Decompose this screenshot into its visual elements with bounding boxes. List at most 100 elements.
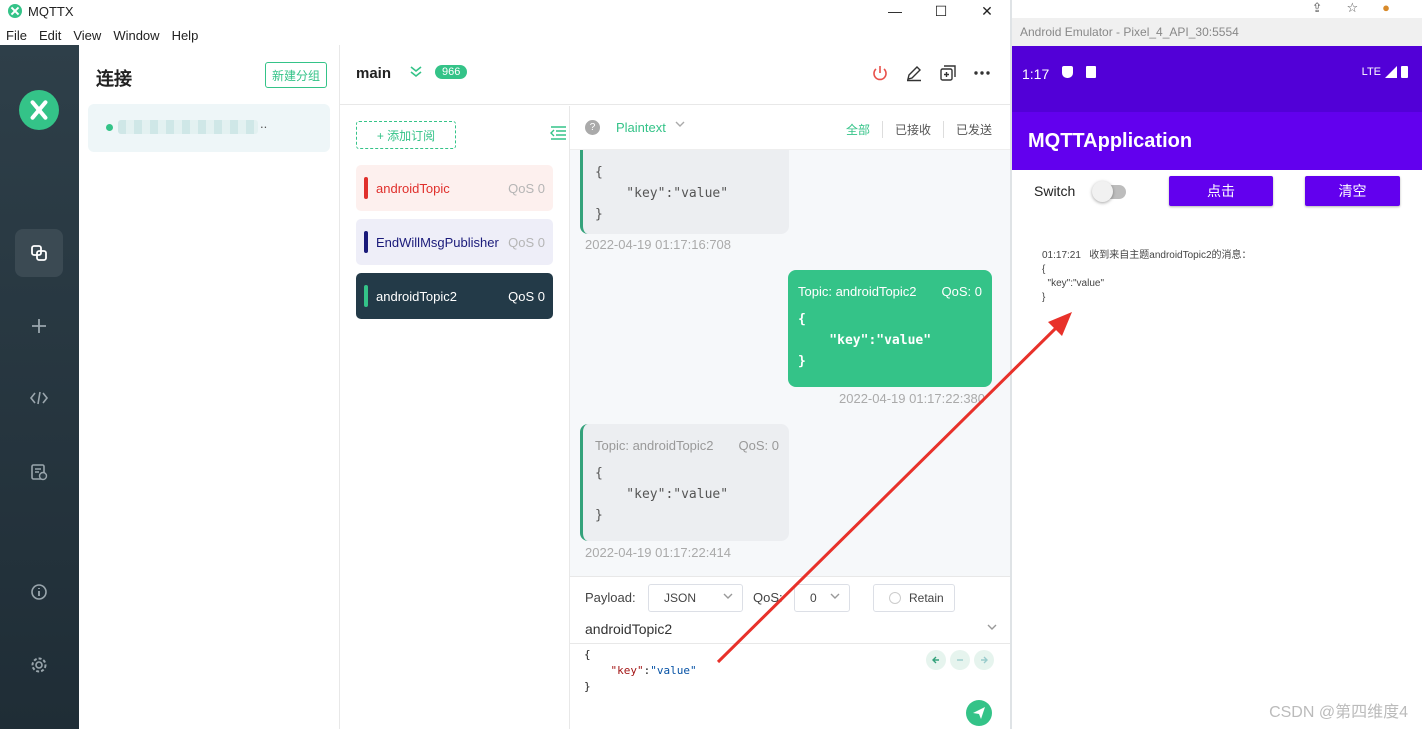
network-type: LTE	[1361, 66, 1381, 78]
disconnect-button[interactable]	[870, 63, 890, 83]
power-icon	[873, 66, 887, 81]
log-nav-button[interactable]	[15, 448, 63, 496]
battery-icon	[1401, 66, 1408, 78]
code-icon	[29, 391, 49, 405]
window-controls: — ☐ ✕	[872, 0, 1010, 22]
switch-thumb[interactable]	[1092, 181, 1113, 202]
browser-toolbar-icons: ⇪ ☆ ●	[1312, 0, 1390, 16]
status-time: 1:17	[1022, 66, 1050, 82]
topic-qos: QoS 0	[508, 288, 545, 304]
topic-color-bar	[364, 231, 368, 253]
mqttx-logo-icon	[8, 4, 22, 18]
subscription-item[interactable]: androidTopic QoS 0	[356, 165, 553, 211]
history-prev-button[interactable]	[926, 650, 946, 670]
history-clear-button[interactable]	[950, 650, 970, 670]
status-right-icons: LTE	[1362, 66, 1408, 78]
message-header: Topic: androidTopic2 QoS: 0	[595, 438, 779, 453]
more-menu-button[interactable]	[972, 63, 992, 83]
connected-status-dot	[106, 124, 113, 131]
message-qos: QoS: 0	[738, 438, 779, 453]
clear-button[interactable]: 清空	[1305, 176, 1400, 206]
filter-all-tab[interactable]: 全部	[834, 121, 882, 138]
settings-nav-button[interactable]	[15, 641, 63, 689]
new-connection-nav-button[interactable]	[15, 302, 63, 350]
emulator-title: Android Emulator - Pixel_4_API_30:5554	[1020, 25, 1239, 39]
chevron-down-icon	[829, 590, 841, 605]
menu-edit[interactable]: Edit	[39, 28, 61, 43]
message-qos: QoS: 0	[941, 284, 982, 299]
chevron-down-icon	[722, 590, 734, 605]
add-subscription-button[interactable]: + 添加订阅	[356, 121, 456, 149]
send-icon	[973, 707, 985, 719]
switch-label: Switch	[1034, 183, 1076, 199]
payload-format-select[interactable]: Plaintext	[616, 120, 666, 135]
connection-name-ellipsis: ..	[260, 116, 268, 131]
connections-icon	[31, 245, 47, 261]
expand-chevron-icon[interactable]	[408, 63, 424, 82]
payload-type-select[interactable]: JSON	[648, 584, 743, 612]
editor-brace-close: }	[584, 680, 591, 693]
new-window-button[interactable]	[938, 63, 958, 83]
subscription-item[interactable]: EndWillMsgPublisher QoS 0	[356, 219, 553, 265]
edit-connection-button[interactable]	[904, 63, 924, 83]
topic-color-bar	[364, 285, 368, 307]
collapse-panel-icon[interactable]	[550, 126, 566, 143]
title-bar: MQTTX — ☐ ✕	[0, 0, 1010, 22]
connection-name-blurred	[118, 120, 258, 134]
history-next-button[interactable]	[974, 650, 994, 670]
retain-label: Retain	[909, 591, 944, 605]
menu-file[interactable]: File	[6, 28, 27, 43]
payload-editor[interactable]: { "key":"value" }	[584, 647, 697, 695]
about-nav-button[interactable]	[15, 568, 63, 616]
message-timestamp: 2022-04-19 01:17:22:414	[585, 545, 732, 560]
qos-value: 0	[810, 591, 817, 605]
topic-name: androidTopic2	[376, 288, 457, 304]
connection-title: main	[356, 65, 392, 82]
received-message-bubble: Topic: androidTopic2 QoS: 0 { "key":"val…	[580, 424, 789, 541]
click-button[interactable]: 点击	[1169, 176, 1273, 206]
retain-radio-icon	[889, 592, 901, 604]
avatar[interactable]: ●	[1382, 0, 1390, 16]
message-toolbar: ? Plaintext 全部 已接收 已发送	[570, 106, 1010, 150]
qos-label: QoS:	[753, 590, 783, 605]
close-button[interactable]: ✕	[964, 0, 1010, 22]
more-dots-icon	[974, 71, 990, 75]
star-icon[interactable]: ☆	[1346, 0, 1358, 16]
connections-nav-button[interactable]	[15, 229, 63, 277]
new-window-icon	[940, 65, 956, 81]
send-button[interactable]	[966, 700, 992, 726]
android-app-title: MQTTApplication	[1028, 130, 1193, 152]
received-message-bubble: { "key":"value" }	[580, 136, 789, 234]
chevron-down-icon[interactable]	[986, 621, 998, 636]
android-app-bar: MQTTApplication	[1012, 112, 1422, 170]
connection-item[interactable]: ..	[88, 104, 330, 152]
history-nav	[926, 650, 994, 670]
qos-select[interactable]: 0	[794, 584, 850, 612]
received-message-log: 01:17:21 收到来自主题androidTopic2的消息： { "key"…	[1042, 250, 1252, 303]
app-title: MQTTX	[28, 3, 74, 19]
shield-icon	[1062, 66, 1073, 78]
filter-sent-tab[interactable]: 已发送	[942, 121, 992, 138]
publish-topic-input[interactable]: androidTopic2	[585, 621, 672, 637]
menu-help[interactable]: Help	[172, 28, 199, 43]
retain-toggle[interactable]: Retain	[873, 584, 955, 612]
menu-bar: File Edit View Window Help	[0, 24, 204, 46]
message-list[interactable]: { "key":"value" } 2022-04-19 01:17:16:70…	[570, 106, 1010, 576]
message-payload: { "key":"value" }	[798, 312, 932, 369]
menu-view[interactable]: View	[73, 28, 101, 43]
help-icon[interactable]: ?	[585, 120, 600, 135]
chevron-down-icon[interactable]	[674, 118, 686, 133]
menu-window[interactable]: Window	[113, 28, 159, 43]
message-payload: { "key":"value" }	[595, 165, 729, 222]
script-nav-button[interactable]	[15, 374, 63, 422]
filter-received-tab[interactable]: 已接收	[881, 121, 943, 138]
share-icon[interactable]: ⇪	[1312, 0, 1323, 16]
connection-header: main 966	[340, 45, 1010, 105]
minimize-button[interactable]: —	[872, 0, 918, 22]
maximize-button[interactable]: ☐	[918, 0, 964, 22]
subscription-item-active[interactable]: androidTopic2 QoS 0	[356, 273, 553, 319]
message-payload: { "key":"value" }	[595, 466, 729, 523]
message-header: Topic: androidTopic2 QoS: 0	[798, 284, 982, 299]
new-group-button[interactable]: 新建分组	[265, 62, 327, 88]
message-timestamp: 2022-04-19 01:17:22:380	[839, 391, 986, 406]
